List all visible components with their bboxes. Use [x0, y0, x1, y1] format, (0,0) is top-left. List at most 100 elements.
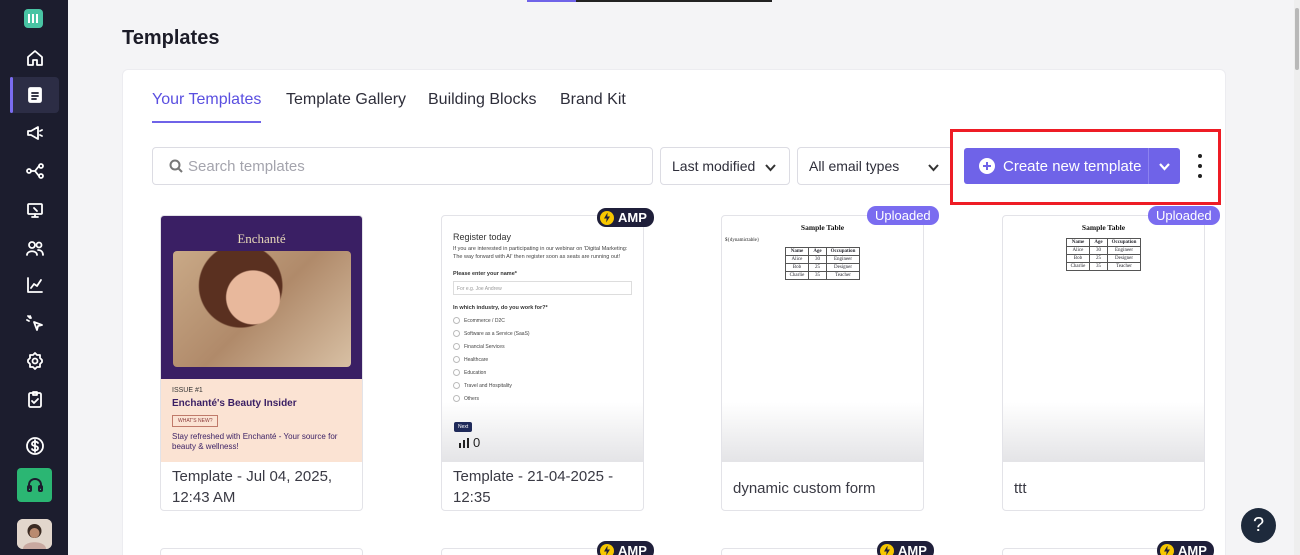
- tab-your-templates[interactable]: Your Templates: [152, 91, 262, 123]
- tab-building-blocks[interactable]: Building Blocks: [428, 91, 537, 123]
- form-option: Software as a Service (SaaS): [453, 330, 632, 337]
- billing-dollar-icon[interactable]: [10, 428, 59, 464]
- sort-dropdown-value: Last modified: [672, 158, 756, 174]
- audience-users-icon[interactable]: [10, 230, 59, 266]
- form-name-input: For e.g. Joe Andrew: [453, 281, 632, 295]
- template-card[interactable]: Register today If you are interested in …: [441, 215, 644, 511]
- more-options-icon[interactable]: [1195, 154, 1205, 178]
- table-cell: 35: [1089, 262, 1108, 271]
- table-cell: Alice: [1065, 246, 1091, 255]
- chevron-down-icon: [928, 164, 939, 172]
- template-name: Template - Jul 04, 2025, 12:43 AM: [172, 468, 333, 506]
- create-new-template-button[interactable]: Create new template: [964, 148, 1148, 184]
- table-header: Occupation: [825, 247, 861, 256]
- template-name: ttt: [1014, 480, 1027, 497]
- table-header: Name: [784, 247, 810, 256]
- sort-dropdown[interactable]: Last modified: [660, 147, 790, 185]
- table-cell: Charlie: [784, 271, 810, 280]
- help-button[interactable]: ?: [1241, 508, 1276, 543]
- amp-badge: AMP: [1157, 541, 1214, 555]
- table-cell: Teacher: [825, 271, 861, 280]
- sidebar: [0, 0, 68, 555]
- scrollbar-track[interactable]: [1294, 0, 1300, 555]
- top-progress-track: [576, 0, 772, 2]
- top-progress-indicator: [527, 0, 576, 2]
- template-thumbnail[interactable]: Enchanté ISSUE #1 Enchanté's Beauty Insi…: [161, 216, 362, 462]
- form-intro: If you are interested in participating i…: [453, 246, 628, 260]
- issue-label: ISSUE #1: [172, 387, 203, 394]
- analytics-chart-icon[interactable]: [10, 267, 59, 303]
- table-cell: 30: [808, 255, 827, 264]
- lightning-icon: [600, 543, 614, 555]
- table-cell: Engineer: [825, 255, 861, 264]
- table-row: Charlie 35 Teacher: [784, 271, 861, 280]
- thumbnail-fade: [722, 402, 923, 462]
- table-cell: Designer: [825, 263, 861, 272]
- table-header: Name: [1065, 238, 1091, 247]
- amp-badge-label: AMP: [898, 543, 927, 555]
- stats-count: 0: [473, 435, 481, 450]
- template-card[interactable]: Sample Table ${dynamictable} Name Age Oc…: [721, 215, 924, 511]
- lightning-icon: [1160, 543, 1174, 555]
- table-cell: Designer: [1106, 254, 1142, 263]
- journeys-flow-icon[interactable]: [10, 153, 59, 189]
- table-header: Age: [808, 247, 827, 256]
- amp-badge-label: AMP: [618, 210, 647, 225]
- form-option: Others: [453, 395, 632, 402]
- amp-badge-label: AMP: [1178, 543, 1207, 555]
- templates-icon[interactable]: [10, 77, 59, 113]
- brand-logo: Enchanté: [237, 231, 286, 246]
- form-name-label: Please enter your name*: [453, 271, 517, 277]
- template-name: Template - 21-04-2025 - 12:35: [453, 468, 614, 506]
- create-button-label: Create new template: [1003, 157, 1142, 175]
- table-header: Occupation: [1106, 238, 1142, 247]
- stats-counter[interactable]: 0: [459, 435, 480, 450]
- thumbnail-fade: [442, 402, 643, 462]
- home-icon[interactable]: [10, 40, 59, 76]
- email-type-dropdown-value: All email types: [809, 158, 900, 174]
- page-title: Templates: [122, 27, 220, 49]
- automation-click-icon[interactable]: [10, 305, 59, 341]
- form-option: Healthcare: [453, 356, 632, 363]
- table-cell: 25: [1089, 254, 1108, 263]
- plus-circle-icon: [979, 158, 995, 174]
- support-headset-icon[interactable]: [17, 468, 52, 502]
- template-card[interactable]: Enchanté ISSUE #1 Enchanté's Beauty Insi…: [160, 215, 363, 511]
- table-row: Bob 25 Designer: [784, 263, 861, 272]
- integrations-clipboard-icon[interactable]: [10, 381, 59, 417]
- uploaded-badge: Uploaded: [1148, 206, 1220, 225]
- search-box: [152, 147, 653, 185]
- form-next-button: Next: [454, 422, 473, 432]
- newsletter-header: Enchanté: [161, 216, 362, 379]
- template-card[interactable]: Sample Table Name Age Occupation Alice 3…: [1002, 215, 1205, 511]
- lightning-icon: [600, 210, 614, 225]
- settings-gear-icon[interactable]: [10, 343, 59, 379]
- tab-brand-kit[interactable]: Brand Kit: [560, 91, 626, 123]
- table-cell: Bob: [784, 263, 810, 272]
- template-card[interactable]: [160, 548, 363, 555]
- whats-new-button: WHAT'S NEW?: [172, 415, 219, 427]
- app-logo-icon[interactable]: [24, 9, 43, 28]
- template-thumbnail[interactable]: Sample Table ${dynamictable} Name Age Oc…: [722, 216, 923, 462]
- template-thumbnail[interactable]: Register today If you are interested in …: [442, 216, 643, 462]
- email-type-dropdown[interactable]: All email types: [797, 147, 953, 185]
- template-name: dynamic custom form: [733, 480, 876, 497]
- scrollbar-thumb[interactable]: [1295, 8, 1299, 70]
- thumbnail-fade: [1003, 402, 1204, 462]
- campaigns-megaphone-icon[interactable]: [10, 115, 59, 151]
- table-cell: Bob: [1065, 254, 1091, 263]
- form-option: Education: [453, 369, 632, 376]
- forms-monitor-icon[interactable]: [10, 192, 59, 228]
- table-cell: Alice: [784, 255, 810, 264]
- table-cell: 25: [808, 263, 827, 272]
- template-thumbnail[interactable]: Sample Table Name Age Occupation Alice 3…: [1003, 216, 1204, 462]
- sample-table: Name Age Occupation Alice 30 Engineer Bo…: [784, 247, 861, 280]
- table-cell: 35: [808, 271, 827, 280]
- table-cell: 30: [1089, 246, 1108, 255]
- user-avatar[interactable]: [17, 519, 52, 549]
- create-options-dropdown-button[interactable]: [1148, 148, 1180, 184]
- table-row: Alice 30 Engineer: [1065, 246, 1142, 255]
- tab-template-gallery[interactable]: Template Gallery: [286, 91, 406, 123]
- model-photo: [173, 251, 351, 367]
- search-input[interactable]: [188, 157, 628, 175]
